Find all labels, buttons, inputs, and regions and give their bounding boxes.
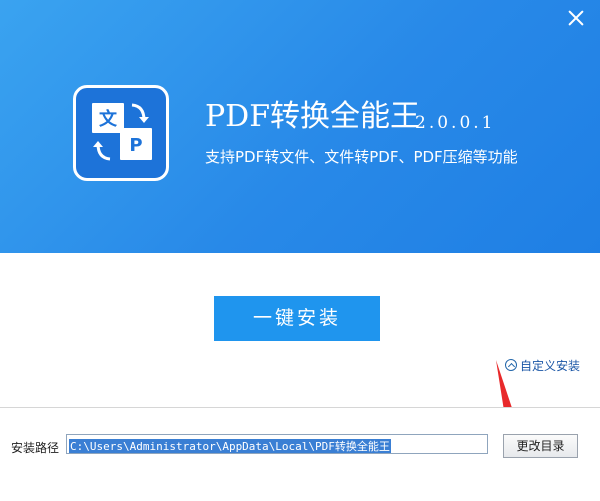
app-logo: 文 P (73, 85, 169, 181)
install-path-label: 安装路径 (11, 441, 60, 455)
install-path-panel: 安装路径 C:\Users\Administrator\AppData\Loca… (0, 407, 600, 501)
custom-install-label: 自定义安装 (520, 358, 581, 373)
app-title: PDF转换全能王 (205, 99, 421, 134)
one-click-install-button[interactable]: 一键安装 (214, 296, 380, 341)
install-path-value: C:\Users\Administrator\AppData\Local\PDF… (69, 439, 391, 453)
app-subtitle: 支持PDF转文件、文件转PDF、PDF压缩等功能 (205, 148, 518, 166)
logo-glyph-right: P (129, 135, 142, 156)
app-version: 2.0.0.1 (415, 113, 496, 133)
logo-glyph-left: 文 (99, 108, 118, 130)
header-banner: 文 P PDF转换全能王 2.0.0.1 支持PDF转文件、文件转PDF、PDF… (0, 0, 600, 253)
change-directory-button[interactable]: 更改目录 (503, 434, 578, 458)
install-path-input[interactable]: C:\Users\Administrator\AppData\Local\PDF… (66, 434, 488, 454)
file-convert-icon: 文 P (92, 103, 152, 161)
close-icon[interactable] (566, 8, 586, 28)
